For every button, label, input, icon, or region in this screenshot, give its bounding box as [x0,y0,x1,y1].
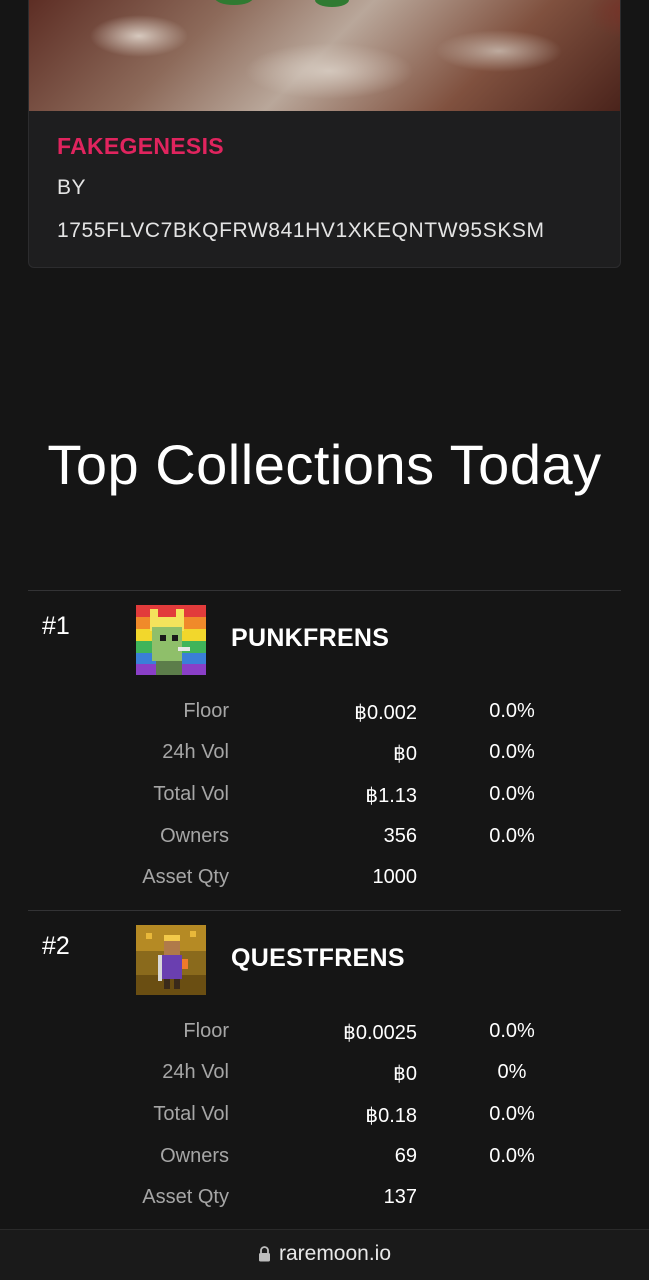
stat-value: ฿0 [393,743,417,765]
stat-value: ฿0.0025 [343,1022,417,1044]
stat-row-asset-qty: Asset Qty 137 [0,1186,649,1216]
stat-label: Total Vol [153,783,229,805]
stat-change: 0% [497,1061,527,1083]
featured-collection-name[interactable]: FAKEGENESIS [57,133,224,160]
featured-artwork-image[interactable] [29,0,620,111]
stat-label: Floor [183,1020,229,1042]
featured-collection-card[interactable]: FAKEGENESIS BY 1755FLVC7BKQFRW841HV1XKEQ… [28,0,621,268]
stat-label: Asset Qty [142,866,229,888]
stat-label: 24h Vol [162,741,229,763]
section-title: Top Collections Today [47,433,602,496]
questfrens-avatar-image [136,925,206,995]
stat-value: ฿0.002 [354,702,417,724]
stat-change: 0.0% [489,741,535,763]
collection-name[interactable]: QUESTFRENS [231,944,405,973]
stat-value: ฿0.18 [365,1105,417,1127]
collection-avatar[interactable] [136,925,206,995]
creator-address[interactable]: 1755FLVC7BKQFRW841HV1XKEQNTW95SKSM [57,219,545,243]
stat-row-24h-vol: 24h Vol ฿0 0.0% [0,741,649,771]
stat-row-floor: Floor ฿0.0025 0.0% [0,1020,649,1050]
collection-avatar[interactable] [136,605,206,675]
stat-change: 0.0% [489,700,535,722]
stat-value: ฿1.13 [365,785,417,807]
stat-value: 137 [383,1186,417,1208]
collection-name[interactable]: PUNKFRENS [231,624,389,653]
stat-label: Owners [160,825,229,847]
stat-change: 0.0% [489,1103,535,1125]
stat-label: Floor [183,700,229,722]
stat-row-24h-vol: 24h Vol ฿0 0% [0,1061,649,1091]
lock-icon [258,1244,271,1268]
stat-change: 0.0% [489,783,535,805]
stat-value: 69 [394,1145,417,1167]
stat-value: ฿0 [393,1063,417,1085]
artwork-detail [315,0,349,7]
collection-row[interactable]: #1 PUNKFRENS Floor ฿0.002 0.0% 24h Vol ฿… [0,590,649,910]
stat-label: Total Vol [153,1103,229,1125]
creator-by-label: BY [57,176,87,199]
stat-row-floor: Floor ฿0.002 0.0% [0,700,649,730]
browser-url-bar[interactable]: raremoon.io [0,1229,649,1280]
stat-row-total-vol: Total Vol ฿1.13 0.0% [0,783,649,813]
collection-rank: #2 [42,932,70,960]
collection-row[interactable]: #2 QUESTFRENS Floor ฿0.0025 0.0% 24h Vol… [0,910,649,1230]
stat-row-total-vol: Total Vol ฿0.18 0.0% [0,1103,649,1133]
stat-value: 1000 [372,866,418,888]
stat-row-owners: Owners 356 0.0% [0,825,649,855]
stat-row-owners: Owners 69 0.0% [0,1145,649,1175]
stat-change: 0.0% [489,1145,535,1167]
stat-change: 0.0% [489,825,535,847]
site-domain: raremoon.io [278,1242,392,1265]
artwork-detail [215,0,253,5]
stat-label: 24h Vol [162,1061,229,1083]
url-display[interactable]: raremoon.io [0,1242,649,1268]
punkfrens-avatar-image [136,605,206,675]
stat-label: Owners [160,1145,229,1167]
stat-change: 0.0% [489,1020,535,1042]
stat-label: Asset Qty [142,1186,229,1208]
collection-rank: #1 [42,612,70,640]
stat-row-asset-qty: Asset Qty 1000 [0,866,649,896]
stat-value: 356 [383,825,417,847]
